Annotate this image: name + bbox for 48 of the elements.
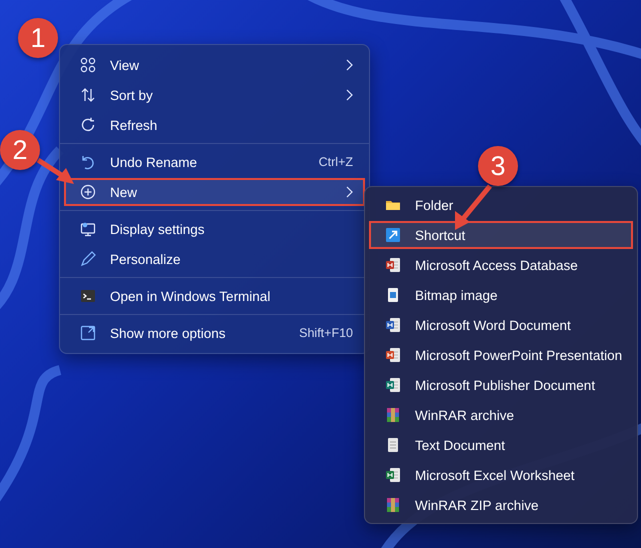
submenu-item[interactable]: Text Document: [369, 431, 633, 459]
pen-icon: [80, 251, 96, 267]
grid-icon: [80, 57, 96, 73]
pointer-arrow: [455, 184, 492, 230]
submenu-item[interactable]: Microsoft Excel Worksheet: [369, 461, 633, 489]
submenu-item[interactable]: Folder: [369, 191, 633, 219]
menu-item[interactable]: View: [64, 51, 365, 79]
shortcut-text: Ctrl+Z: [318, 155, 353, 169]
step-badge: 3: [478, 146, 518, 186]
step-badge: 1: [18, 18, 58, 58]
monitor-icon: [80, 221, 96, 237]
menu-item[interactable]: New: [64, 178, 365, 206]
excel-document-icon: [385, 467, 401, 483]
undo-icon: [80, 154, 96, 170]
submenu-item[interactable]: WinRAR ZIP archive: [369, 491, 633, 519]
submenu-item[interactable]: Microsoft PowerPoint Presentation: [369, 341, 633, 369]
powerpoint-document-icon: [385, 347, 401, 363]
chevron-icon: [345, 186, 353, 198]
access-document-icon: [385, 257, 401, 273]
menu-item[interactable]: Display settings: [64, 215, 365, 243]
menu-item[interactable]: Sort by: [64, 81, 365, 109]
shortcut-text: Shift+F10: [299, 326, 353, 340]
bitmap-icon: [385, 287, 401, 303]
terminal-icon: [80, 288, 96, 304]
pointer-arrow: [36, 158, 74, 184]
chevron-icon: [345, 59, 353, 71]
menu-item[interactable]: Undo Rename Ctrl+Z: [64, 148, 365, 176]
submenu-item[interactable]: Shortcut: [369, 221, 633, 249]
submenu-item[interactable]: WinRAR archive: [369, 401, 633, 429]
menu-item[interactable]: Open in Windows Terminal: [64, 282, 365, 310]
step-badge: 2: [0, 130, 40, 170]
submenu-item[interactable]: Microsoft Publisher Document: [369, 371, 633, 399]
menu-item[interactable]: Refresh: [64, 111, 365, 139]
expand-icon: [80, 325, 96, 341]
submenu-item[interactable]: Microsoft Access Database: [369, 251, 633, 279]
menu-item[interactable]: Personalize: [64, 245, 365, 273]
sort-icon: [80, 87, 96, 103]
chevron-icon: [345, 89, 353, 101]
archive-icon: [385, 407, 401, 423]
refresh-icon: [80, 117, 96, 133]
publisher-document-icon: [385, 377, 401, 393]
text-document-icon: [385, 437, 401, 453]
word-document-icon: [385, 317, 401, 333]
plus-circle-icon: [80, 184, 96, 200]
submenu-item[interactable]: Bitmap image: [369, 281, 633, 309]
submenu-item[interactable]: Microsoft Word Document: [369, 311, 633, 339]
archive-icon: [385, 497, 401, 513]
menu-item[interactable]: Show more options Shift+F10: [64, 319, 365, 347]
